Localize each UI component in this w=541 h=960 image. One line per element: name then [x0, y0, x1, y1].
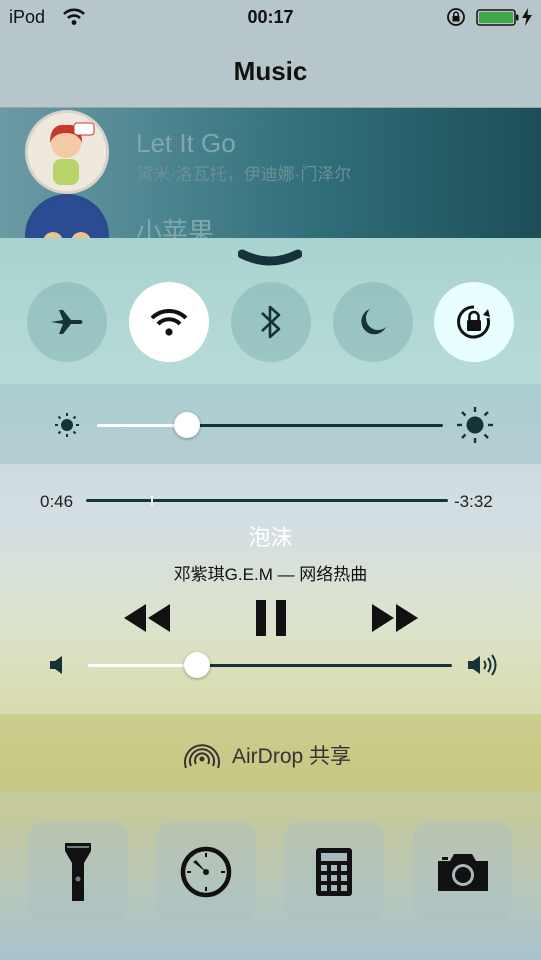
song-list: Let It Go 黛米·洛瓦托，伊迪娜·门泽尔 小苹果	[0, 108, 541, 238]
bluetooth-toggle[interactable]	[231, 282, 311, 362]
flashlight-button[interactable]	[28, 822, 128, 922]
song-title: 小苹果	[136, 217, 215, 238]
volume-slider-knob[interactable]	[184, 652, 211, 678]
flashlight-icon	[65, 843, 91, 901]
airdrop-label: AirDrop 共享	[232, 745, 352, 768]
wifi-toggle[interactable]	[129, 282, 209, 362]
camera-button[interactable]	[413, 822, 513, 922]
page-title: Music	[233, 56, 308, 86]
timer-button[interactable]	[156, 822, 256, 922]
charging-bolt-icon	[522, 8, 532, 26]
album-art	[25, 194, 109, 238]
rewind-button[interactable]	[122, 602, 172, 634]
rotation-lock-icon	[457, 305, 491, 339]
list-item[interactable]: 小苹果	[0, 194, 541, 238]
camera-icon	[438, 854, 488, 891]
airdrop-icon	[184, 744, 220, 769]
control-center: 0:46 -3:32 泡沫 邓紫琪G.E.M — 网络热曲 AirDrop 共享	[0, 238, 541, 960]
album-art	[25, 110, 109, 194]
pause-button[interactable]	[254, 598, 288, 638]
navigation-bar: Music	[0, 36, 541, 108]
timer-icon	[180, 846, 232, 898]
rotation-lock-status-icon	[447, 8, 465, 26]
track-subtitle: 邓紫琪G.E.M — 网络热曲	[173, 565, 368, 584]
volume-high-icon	[468, 654, 497, 676]
elapsed-time: 0:46	[40, 492, 74, 511]
airplane-icon	[51, 310, 83, 334]
list-item[interactable]: Let It Go 黛米·洛瓦托，伊迪娜·门泽尔	[0, 110, 541, 194]
brightness-track[interactable]	[186, 424, 443, 427]
volume-low-icon	[50, 656, 62, 674]
calculator-icon	[316, 848, 352, 896]
volume-fill	[88, 664, 198, 667]
scrubber-track[interactable]	[86, 499, 448, 502]
airplane-mode-toggle[interactable]	[27, 282, 107, 362]
do-not-disturb-toggle[interactable]	[333, 282, 413, 362]
brightness-slider-knob[interactable]	[173, 412, 200, 438]
brightness-low-icon	[55, 413, 79, 437]
battery-icon	[476, 9, 519, 26]
brightness-section	[0, 384, 541, 464]
chevron-down-icon[interactable]	[238, 246, 302, 268]
bluetooth-icon	[261, 305, 281, 339]
scrubber-playhead[interactable]	[151, 496, 154, 505]
song-title: Let It Go	[136, 128, 236, 158]
brightness-high-icon	[457, 407, 493, 443]
moon-icon	[361, 309, 386, 335]
calculator-button[interactable]	[284, 822, 384, 922]
song-artist: 黛米·洛瓦托，伊迪娜·门泽尔	[136, 165, 352, 184]
track-title: 泡沫	[248, 525, 293, 550]
volume-track[interactable]	[197, 664, 452, 667]
fast-forward-button[interactable]	[370, 602, 420, 634]
status-bar: iPod 00:17	[0, 0, 541, 36]
rotation-lock-toggle[interactable]	[434, 282, 514, 362]
wifi-icon	[150, 308, 188, 336]
remaining-time: -3:32	[454, 492, 493, 511]
